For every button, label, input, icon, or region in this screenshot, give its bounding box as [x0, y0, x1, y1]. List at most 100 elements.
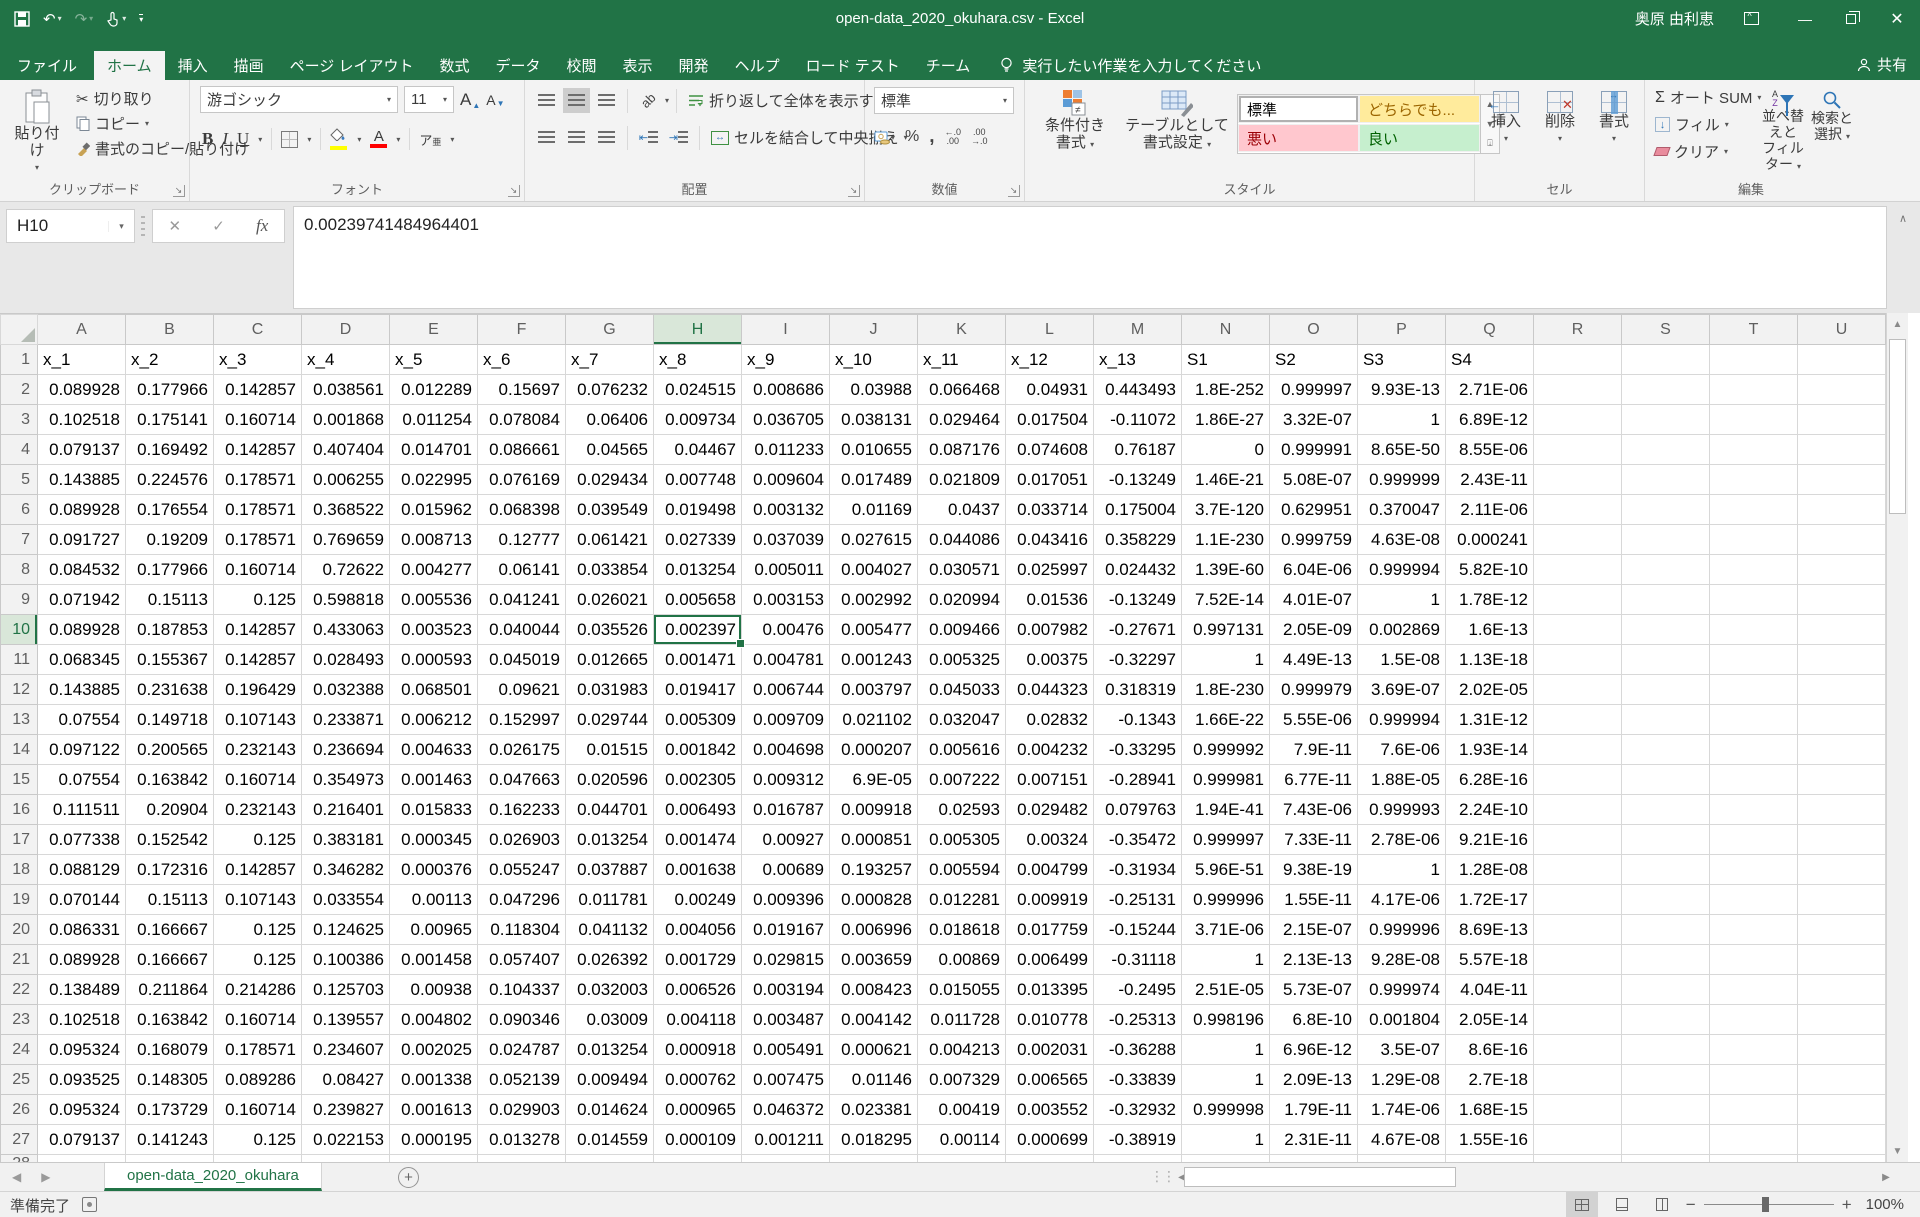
cell-O3[interactable]: 3.32E-07	[1270, 405, 1358, 435]
cell-E10[interactable]: 0.003523	[390, 615, 478, 645]
cell-N28-clipped[interactable]	[1182, 1155, 1270, 1163]
cell-M6[interactable]: 0.175004	[1094, 495, 1182, 525]
cell-C25[interactable]: 0.089286	[214, 1065, 302, 1095]
cell-U24[interactable]	[1798, 1035, 1886, 1065]
cell-P11[interactable]: 1.5E-08	[1358, 645, 1446, 675]
clipboard-dialog-launcher[interactable]: ↘	[173, 185, 185, 197]
cell-N24[interactable]: 1	[1182, 1035, 1270, 1065]
cell-N16[interactable]: 1.94E-41	[1182, 795, 1270, 825]
cell-F13[interactable]: 0.152997	[478, 705, 566, 735]
cell-F6[interactable]: 0.068398	[478, 495, 566, 525]
cell-F11[interactable]: 0.045019	[478, 645, 566, 675]
format-as-table-button[interactable]: テーブルとして書式設定 ▾	[1123, 84, 1231, 153]
cell-L11[interactable]: 0.00375	[1006, 645, 1094, 675]
cell-A15[interactable]: 0.07554	[38, 765, 126, 795]
cell-I25[interactable]: 0.007475	[742, 1065, 830, 1095]
tab-描画[interactable]: 描画	[221, 51, 277, 80]
cell-S28-clipped[interactable]	[1622, 1155, 1710, 1163]
cell-R18[interactable]	[1534, 855, 1622, 885]
cell-H17[interactable]: 0.001474	[654, 825, 742, 855]
formula-input[interactable]: 0.00239741484964401	[293, 206, 1887, 309]
cell-U17[interactable]	[1798, 825, 1886, 855]
cell-C9[interactable]: 0.125	[214, 585, 302, 615]
cell-N5[interactable]: 1.46E-21	[1182, 465, 1270, 495]
cell-A2[interactable]: 0.089928	[38, 375, 126, 405]
cell-A28-clipped[interactable]	[38, 1155, 126, 1163]
cell-A17[interactable]: 0.077338	[38, 825, 126, 855]
cell-B21[interactable]: 0.166667	[126, 945, 214, 975]
cell-P7[interactable]: 4.63E-08	[1358, 525, 1446, 555]
cell-Q23[interactable]: 2.05E-14	[1446, 1005, 1534, 1035]
cell-R16[interactable]	[1534, 795, 1622, 825]
cell-Q14[interactable]: 1.93E-14	[1446, 735, 1534, 765]
cell-A23[interactable]: 0.102518	[38, 1005, 126, 1035]
zoom-slider-thumb[interactable]	[1762, 1197, 1769, 1212]
autosum-button[interactable]: Σオート SUM▾	[1651, 85, 1765, 110]
cell-U26[interactable]	[1798, 1095, 1886, 1125]
cell-O27[interactable]: 2.31E-11	[1270, 1125, 1358, 1155]
cell-K20[interactable]: 0.018618	[918, 915, 1006, 945]
cell-H2[interactable]: 0.024515	[654, 375, 742, 405]
cell-G17[interactable]: 0.013254	[566, 825, 654, 855]
cell-A14[interactable]: 0.097122	[38, 735, 126, 765]
cell-P4[interactable]: 8.65E-50	[1358, 435, 1446, 465]
cell-E14[interactable]: 0.004633	[390, 735, 478, 765]
cell-D2[interactable]: 0.038561	[302, 375, 390, 405]
cell-L26[interactable]: 0.003552	[1006, 1095, 1094, 1125]
cell-R6[interactable]	[1534, 495, 1622, 525]
cell-K1[interactable]: x_11	[918, 345, 1006, 375]
cell-P19[interactable]: 4.17E-06	[1358, 885, 1446, 915]
zoom-in-button[interactable]: +	[1842, 1195, 1852, 1215]
minimize-button[interactable]: —	[1782, 0, 1828, 37]
scroll-right-icon[interactable]: ▶	[1876, 1166, 1896, 1188]
cell-K14[interactable]: 0.005616	[918, 735, 1006, 765]
cell-P15[interactable]: 1.88E-05	[1358, 765, 1446, 795]
cell-T3[interactable]	[1710, 405, 1798, 435]
cell-G1[interactable]: x_7	[566, 345, 654, 375]
cell-R11[interactable]	[1534, 645, 1622, 675]
vertical-scroll-thumb[interactable]	[1889, 339, 1906, 514]
cell-L2[interactable]: 0.04931	[1006, 375, 1094, 405]
cell-J18[interactable]: 0.193257	[830, 855, 918, 885]
cell-S18[interactable]	[1622, 855, 1710, 885]
cell-G25[interactable]: 0.009494	[566, 1065, 654, 1095]
cell-K23[interactable]: 0.011728	[918, 1005, 1006, 1035]
cell-D8[interactable]: 0.72622	[302, 555, 390, 585]
align-bottom-icon[interactable]	[593, 88, 620, 113]
cell-Q15[interactable]: 6.28E-16	[1446, 765, 1534, 795]
cell-C28-clipped[interactable]	[214, 1155, 302, 1163]
cell-Q25[interactable]: 2.7E-18	[1446, 1065, 1534, 1095]
column-header-Q[interactable]: Q	[1446, 315, 1534, 345]
cell-A3[interactable]: 0.102518	[38, 405, 126, 435]
zoom-level[interactable]: 100%	[1866, 1196, 1904, 1213]
cell-P24[interactable]: 3.5E-07	[1358, 1035, 1446, 1065]
cell-D26[interactable]: 0.239827	[302, 1095, 390, 1125]
phonetic-guide-button[interactable]: ア亜	[419, 130, 441, 149]
name-box-caret[interactable]: ▾	[108, 221, 134, 232]
cell-R14[interactable]	[1534, 735, 1622, 765]
cell-J2[interactable]: 0.03988	[830, 375, 918, 405]
new-sheet-button[interactable]: +	[398, 1167, 419, 1188]
cell-I11[interactable]: 0.004781	[742, 645, 830, 675]
cell-U12[interactable]	[1798, 675, 1886, 705]
cell-U28-clipped[interactable]	[1798, 1155, 1886, 1163]
cell-L8[interactable]: 0.025997	[1006, 555, 1094, 585]
cell-D22[interactable]: 0.125703	[302, 975, 390, 1005]
name-box[interactable]: H10 ▾	[6, 209, 135, 243]
decrease-decimal-button[interactable]: .00→.0	[971, 128, 988, 146]
cell-O16[interactable]: 7.43E-06	[1270, 795, 1358, 825]
increase-decimal-button[interactable]: ←.0.00	[945, 128, 962, 146]
cell-I21[interactable]: 0.029815	[742, 945, 830, 975]
tab-ホーム[interactable]: ホーム	[94, 51, 165, 80]
cell-H15[interactable]: 0.002305	[654, 765, 742, 795]
cell-F17[interactable]: 0.026903	[478, 825, 566, 855]
cell-R4[interactable]	[1534, 435, 1622, 465]
cell-C12[interactable]: 0.196429	[214, 675, 302, 705]
cell-F28-clipped[interactable]	[478, 1155, 566, 1163]
column-header-G[interactable]: G	[566, 315, 654, 345]
cell-H4[interactable]: 0.04467	[654, 435, 742, 465]
cell-A10[interactable]: 0.089928	[38, 615, 126, 645]
cell-S14[interactable]	[1622, 735, 1710, 765]
cell-T1[interactable]	[1710, 345, 1798, 375]
increase-font-button[interactable]: A▲	[460, 90, 480, 110]
